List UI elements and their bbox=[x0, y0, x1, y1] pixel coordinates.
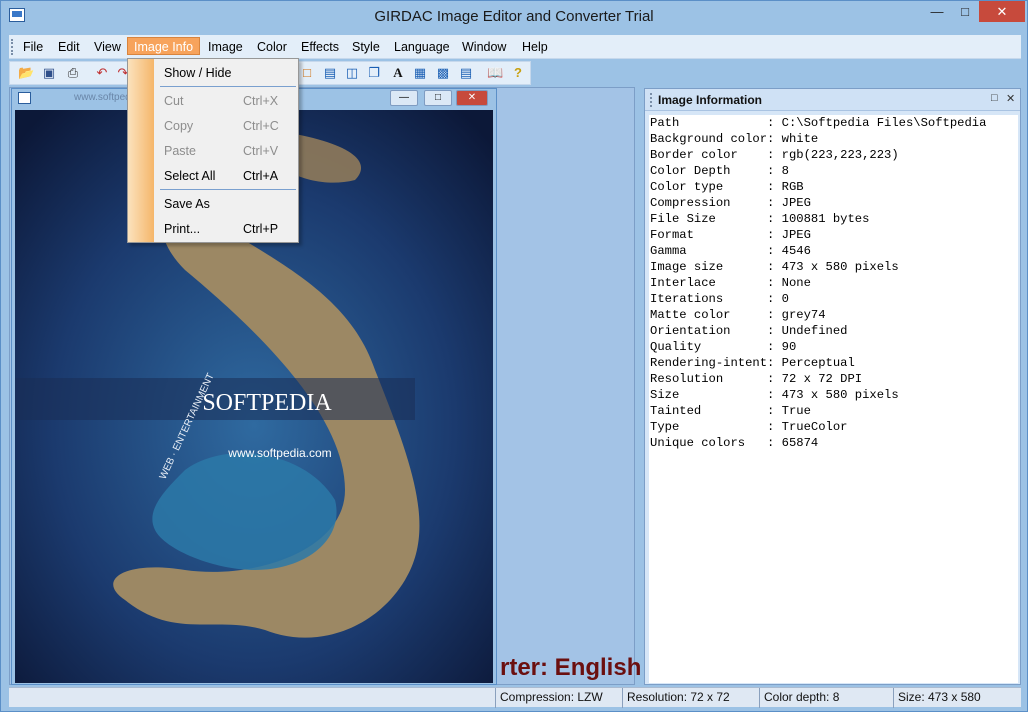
info-row-quality: Quality : 90 bbox=[650, 340, 797, 354]
menu-bar: File Edit View Image Info Image Color Ef… bbox=[9, 35, 1021, 59]
image-fill-icon[interactable]: ▩ bbox=[435, 65, 451, 81]
panel-grip[interactable] bbox=[650, 93, 653, 107]
status-bar: Compression: LZW Resolution: 72 x 72 Col… bbox=[9, 687, 1021, 708]
menu-edit[interactable]: Edit bbox=[52, 38, 86, 56]
menu-item-copy[interactable]: Copy bbox=[164, 116, 193, 136]
info-row-resolution: Resolution : 72 x 72 DPI bbox=[650, 372, 863, 386]
layout-vertical-icon[interactable]: ▤ bbox=[322, 65, 338, 81]
info-row-color-type: Color type : RGB bbox=[650, 180, 804, 194]
menu-item-save-as[interactable]: Save As bbox=[164, 194, 210, 214]
title-bar[interactable]: GIRDAC Image Editor and Converter Trial … bbox=[1, 1, 1027, 32]
image-brand-text: SOFTPEDIA bbox=[202, 390, 332, 416]
info-row-tainted: Tainted : True bbox=[650, 404, 811, 418]
panel-close-icon[interactable]: ✕ bbox=[1006, 92, 1015, 105]
print-icon[interactable]: ⎙ bbox=[65, 65, 81, 81]
info-row-gamma: Gamma : 4546 bbox=[650, 244, 811, 258]
info-row-unique-colors: Unique colors : 65874 bbox=[650, 436, 819, 450]
menu-grip[interactable] bbox=[11, 39, 14, 55]
menu-separator bbox=[160, 86, 296, 87]
info-row-matte-color: Matte color : grey74 bbox=[650, 308, 826, 322]
info-row-file-size: File Size : 100881 bytes bbox=[650, 212, 870, 226]
status-compression: Compression: LZW bbox=[495, 688, 603, 708]
open-folder-icon[interactable]: 📂 bbox=[18, 65, 34, 81]
menu-shortcut-copy: Ctrl+C bbox=[243, 119, 279, 133]
undo-icon[interactable]: ↶ bbox=[94, 65, 110, 81]
menu-separator bbox=[160, 189, 296, 190]
status-color-depth: Color depth: 8 bbox=[759, 688, 839, 708]
info-row-background-color: Background color: white bbox=[650, 132, 819, 146]
help-icon[interactable]: ? bbox=[510, 65, 526, 81]
info-row-image-size: Image size : 473 x 580 pixels bbox=[650, 260, 899, 274]
status-size: Size: 473 x 580 bbox=[893, 688, 981, 708]
info-row-iterations: Iterations : 0 bbox=[650, 292, 789, 306]
menu-image-info[interactable]: Image Info bbox=[127, 37, 201, 55]
menu-window[interactable]: Window bbox=[456, 38, 512, 56]
info-row-format: Format : JPEG bbox=[650, 228, 811, 242]
info-row-compression: Compression : JPEG bbox=[650, 196, 811, 210]
close-button[interactable]: ✕ bbox=[979, 1, 1025, 22]
info-row-size: Size : 473 x 580 pixels bbox=[650, 388, 899, 402]
menu-color[interactable]: Color bbox=[251, 38, 293, 56]
main-window: GIRDAC Image Editor and Converter Trial … bbox=[0, 0, 1028, 712]
info-row-color-depth: Color Depth : 8 bbox=[650, 164, 789, 178]
pattern-icon[interactable]: ▦ bbox=[412, 65, 428, 81]
menu-file[interactable]: File bbox=[17, 38, 49, 56]
split-horizontal-icon[interactable]: ▤ bbox=[458, 65, 474, 81]
info-row-orientation: Orientation : Undefined bbox=[650, 324, 848, 338]
save-icon[interactable]: ▣ bbox=[41, 65, 57, 81]
info-panel-title: Image Information bbox=[658, 93, 763, 107]
info-row-type: Type : TrueColor bbox=[650, 420, 848, 434]
menu-view[interactable]: View bbox=[88, 38, 127, 56]
info-panel-header[interactable]: Image Information □ ✕ bbox=[645, 89, 1020, 111]
menu-item-paste[interactable]: Paste bbox=[164, 141, 196, 161]
background-text: rter: English bbox=[500, 654, 642, 681]
text-tool-icon[interactable]: A bbox=[390, 65, 406, 81]
menu-shortcut-select-all: Ctrl+A bbox=[243, 169, 279, 183]
image-maximize-button[interactable]: □ bbox=[424, 90, 452, 106]
menu-style[interactable]: Style bbox=[346, 38, 386, 56]
status-resolution: Resolution: 72 x 72 bbox=[622, 688, 730, 708]
menu-effects[interactable]: Effects bbox=[295, 38, 345, 56]
menu-item-select-all[interactable]: Select All bbox=[164, 166, 215, 186]
info-text-area[interactable]: Path : C:\Softpedia Files\Softpedia Back… bbox=[649, 115, 1018, 683]
image-window-icon[interactable] bbox=[18, 92, 31, 104]
menu-item-show-hide[interactable]: Show / Hide bbox=[164, 63, 231, 83]
menu-icon-gutter bbox=[128, 59, 154, 242]
minimize-button[interactable]: — bbox=[923, 1, 951, 22]
cascade-icon[interactable]: ❐ bbox=[366, 65, 382, 81]
menu-shortcut-cut: Ctrl+X bbox=[243, 94, 279, 108]
menu-language[interactable]: Language bbox=[388, 38, 456, 56]
menu-help[interactable]: Help bbox=[516, 38, 554, 56]
book-icon[interactable]: 📖 bbox=[487, 65, 503, 81]
image-information-panel: Image Information □ ✕ Path : C:\Softpedi… bbox=[644, 88, 1021, 685]
menu-item-print[interactable]: Print... bbox=[164, 219, 200, 239]
info-row-interlace: Interlace : None bbox=[650, 276, 811, 290]
menu-shortcut-print: Ctrl+P bbox=[243, 222, 279, 236]
menu-shortcut-paste: Ctrl+V bbox=[243, 144, 279, 158]
panel-float-icon[interactable]: □ bbox=[991, 92, 998, 104]
info-row-border-color: Border color : rgb(223,223,223) bbox=[650, 148, 899, 162]
image-minimize-button[interactable]: — bbox=[390, 90, 418, 106]
image-info-dropdown-menu: Show / Hide Cut Ctrl+X Copy Ctrl+C Paste… bbox=[127, 58, 299, 243]
image-close-button[interactable]: ✕ bbox=[456, 90, 488, 106]
info-row-rendering-intent: Rendering-intent: Perceptual bbox=[650, 356, 855, 370]
layout-columns-icon[interactable]: ◫ bbox=[344, 65, 360, 81]
info-row-path: Path : C:\Softpedia Files\Softpedia bbox=[650, 116, 987, 130]
menu-item-cut[interactable]: Cut bbox=[164, 91, 183, 111]
maximize-button[interactable]: □ bbox=[951, 1, 979, 22]
menu-image[interactable]: Image bbox=[202, 38, 249, 56]
image-url-text: www.softpedia.com bbox=[227, 446, 331, 460]
frame-icon[interactable]: □ bbox=[299, 65, 315, 81]
window-title: GIRDAC Image Editor and Converter Trial bbox=[374, 8, 654, 25]
